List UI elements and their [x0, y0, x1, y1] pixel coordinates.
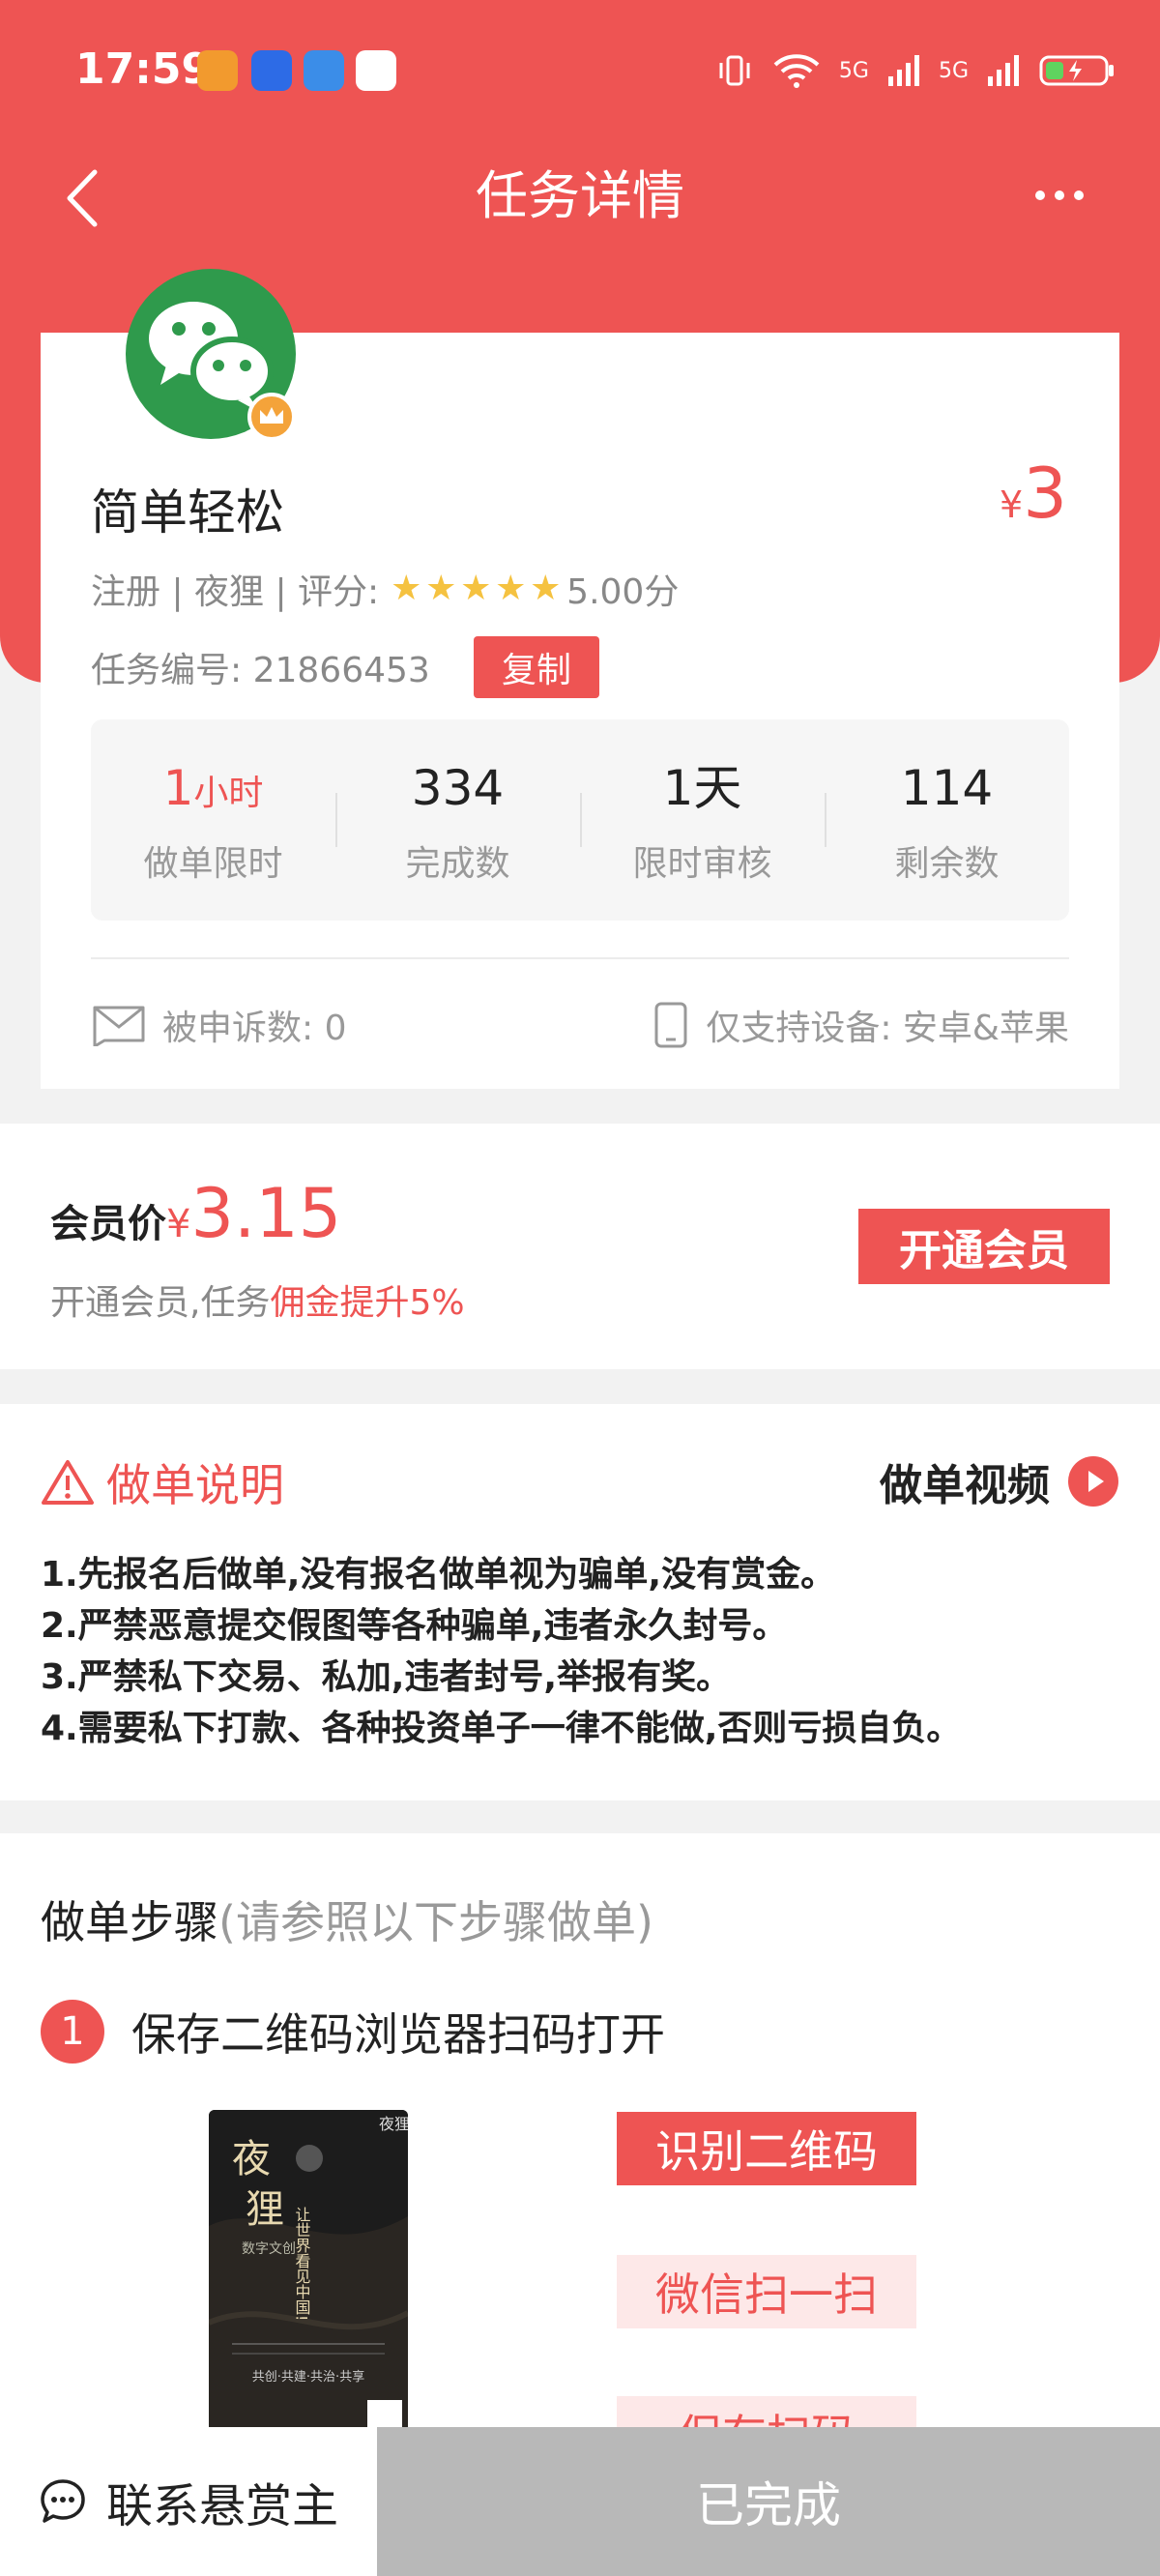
member-desc-prefix: 开通会员,任务: [50, 1283, 271, 1323]
rule-item: 4.需要私下打款、各种投资单子一律不能做,否则亏损自负。: [41, 1709, 962, 1748]
rule-item: 1.先报名后做单,没有报名做单视为骗单,没有赏金。: [41, 1555, 836, 1595]
more-dot-icon: [1074, 190, 1084, 200]
tutorial-video-link[interactable]: 做单视频: [880, 1450, 1119, 1512]
task-detail-page: { "status_bar": {"time": "17:59", "signa…: [0, 0, 1160, 2576]
task-id: 任务编号: 21866453: [91, 651, 430, 690]
supported-devices: 仅支持设备: 安卓&苹果: [653, 996, 1069, 1054]
instructions-heading: 做单说明: [41, 1450, 284, 1514]
task-name: 简单轻松: [91, 484, 284, 541]
task-meta-prefix: 注册 | 夜狸 | 评分:: [91, 572, 380, 612]
star-icon: ★: [391, 569, 422, 608]
rule-item: 3.严禁私下交易、私加,违者封号,举报有奖。: [41, 1657, 732, 1697]
star-icon: ★: [460, 569, 492, 608]
status-time: 17:59: [75, 44, 212, 94]
task-meta: 注册 | 夜狸 | 评分: ★ ★ ★ ★ ★ 5.00分: [91, 564, 679, 614]
member-desc-highlight: 佣金提升5%: [270, 1283, 465, 1323]
member-description: 开通会员,任务佣金提升5%: [50, 1274, 465, 1325]
stat-label: 完成数: [405, 844, 510, 884]
app-notification-icon: [197, 50, 238, 91]
step-text: 保存二维码浏览器扫码打开: [131, 2008, 665, 2061]
more-dot-icon: [1035, 190, 1045, 200]
poster-artwork: 夜狸 夜 狸 数字文创 让世界看见中国! 共创·共建·共治·共享: [209, 2110, 408, 2439]
steps-subtitle: (请参照以下步骤做单): [218, 1896, 653, 1948]
rules-list: 1.先报名后做单,没有报名做单视为骗单,没有赏金。 2.严禁恶意提交假图等各种骗…: [41, 1549, 961, 1754]
poster-footer: 共创·共建·共治·共享: [252, 2369, 364, 2385]
member-price-label: 会员价: [50, 1202, 166, 1246]
stat-value: 1小时: [163, 754, 264, 822]
rating-value: 5.00分: [566, 572, 680, 612]
recognize-qr-button[interactable]: 识别二维码: [617, 2112, 916, 2185]
signal-bars-icon-2: [988, 55, 1019, 86]
supported-devices-text: 仅支持设备: 安卓&苹果: [706, 1009, 1069, 1048]
reward-amount: 3: [1023, 453, 1067, 534]
poster-title-2: 狸: [246, 2187, 284, 2232]
poster-brand: 夜狸: [379, 2115, 408, 2133]
signal-5g-label: 5G: [838, 58, 869, 83]
wechat-scan-button[interactable]: 微信扫一扫: [617, 2255, 916, 2328]
card-divider: [91, 957, 1069, 959]
stat-unit: 小时: [193, 774, 264, 813]
instructions-title: 做单说明: [106, 1459, 284, 1511]
member-price: 会员价 ¥3.15: [50, 1174, 341, 1253]
step-number-badge: 1: [41, 2000, 104, 2064]
wifi-icon: [773, 54, 820, 88]
step-item: 1 保存二维码浏览器扫码打开: [41, 2000, 665, 2064]
reward-currency: ¥: [1000, 483, 1024, 526]
signal-bars-icon: [887, 55, 919, 86]
phone-icon: [654, 1002, 687, 1048]
star-icon: ★: [530, 569, 562, 608]
complaint-count-text: 被申诉数: 0: [162, 1009, 347, 1048]
poster-sub: 数字文创: [242, 2241, 296, 2257]
alipay-icon: [251, 50, 292, 91]
steps-title: 做单步骤: [41, 1896, 218, 1948]
page-title: 任务详情: [476, 165, 684, 226]
stat-value: 334: [411, 760, 505, 816]
steps-heading: 做单步骤(请参照以下步骤做单): [41, 1888, 653, 1951]
vibrate-icon: [719, 55, 750, 86]
stat-label: 限时审核: [632, 844, 772, 884]
battery-icon: [1039, 55, 1114, 86]
rule-item: 2.严禁恶意提交假图等各种骗单,违者永久封号。: [41, 1606, 788, 1646]
qq-icon: [356, 50, 396, 91]
crown-badge-icon: [247, 393, 296, 441]
more-options-button[interactable]: [1025, 166, 1094, 224]
task-stats: 1小时 做单限时 334 完成数 1天 限时审核 114 剩余数: [91, 719, 1069, 921]
poster-slogan: 让世界看见中国!: [293, 2207, 311, 2321]
stat-review-time: 1天 限时审核: [580, 719, 825, 921]
mail-icon: [93, 1006, 145, 1046]
member-price-currency: ¥: [166, 1202, 191, 1246]
contact-poster-button[interactable]: 联系悬赏主: [0, 2427, 377, 2576]
qr-poster-image[interactable]: 夜狸 夜 狸 数字文创 让世界看见中国! 共创·共建·共治·共享: [209, 2110, 408, 2439]
star-icon: ★: [425, 569, 457, 608]
weather-icon: [304, 50, 344, 91]
chat-bubble-icon: [41, 2479, 85, 2523]
poster-title-1: 夜: [232, 2137, 271, 2181]
complaint-count: 被申诉数: 0: [91, 996, 346, 1054]
open-membership-button[interactable]: 开通会员: [858, 1209, 1110, 1284]
copy-id-button[interactable]: 复制: [474, 636, 599, 698]
play-icon: [1068, 1456, 1118, 1507]
system-status-icons: 5G 5G: [715, 48, 1116, 93]
tutorial-video-label: 做单视频: [880, 1461, 1050, 1510]
task-reward: ¥3: [1000, 454, 1067, 543]
warning-icon: [42, 1460, 94, 1505]
more-dot-icon: [1055, 190, 1064, 200]
stat-time-limit: 1小时 做单限时: [91, 719, 335, 921]
star-icon: ★: [495, 569, 527, 608]
stat-number: 1: [162, 760, 194, 816]
stat-value: 114: [900, 760, 994, 816]
stat-label: 剩余数: [894, 844, 1000, 884]
stat-label: 做单限时: [143, 844, 283, 884]
stat-completed: 334 完成数: [335, 719, 580, 921]
bottom-action-bar: 联系悬赏主 已完成: [0, 2427, 1160, 2576]
rating-stars: ★ ★ ★ ★ ★: [391, 569, 563, 608]
stat-remaining: 114 剩余数: [825, 719, 1069, 921]
task-card: [41, 333, 1119, 1089]
task-completed-button[interactable]: 已完成: [377, 2427, 1160, 2576]
member-price-value: 3.15: [190, 1174, 342, 1253]
contact-poster-label: 联系悬赏主: [105, 2479, 338, 2533]
stat-value: 1天: [662, 760, 742, 816]
signal-5g-label-2: 5G: [938, 58, 969, 83]
